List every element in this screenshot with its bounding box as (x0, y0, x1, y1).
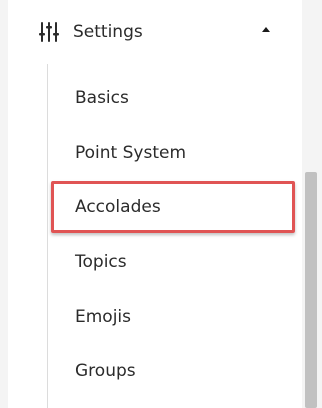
menu-item-basics[interactable]: Basics (75, 83, 129, 113)
caret-up-icon[interactable] (262, 27, 270, 32)
menu-item-topics[interactable]: Topics (75, 247, 127, 277)
menu-item-groups[interactable]: Groups (75, 356, 136, 386)
scrollbar-thumb[interactable] (305, 172, 317, 408)
settings-toggle[interactable]: Settings (38, 14, 278, 50)
menu-item-point-system[interactable]: Point System (75, 138, 186, 168)
menu-item-emojis[interactable]: Emojis (75, 302, 131, 332)
highlight-box (51, 181, 295, 233)
sliders-icon (38, 21, 60, 43)
tree-guide-line (47, 64, 48, 408)
settings-label: Settings (73, 22, 143, 42)
